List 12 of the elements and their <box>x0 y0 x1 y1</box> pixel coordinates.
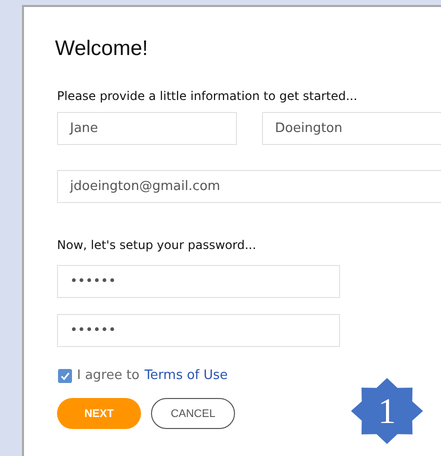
agree-label: I agree to <box>77 368 140 383</box>
first-name-field[interactable]: Jane <box>57 112 237 145</box>
last-name-field[interactable]: Doeington <box>262 112 441 145</box>
cancel-button[interactable]: CANCEL <box>151 398 235 429</box>
password-field[interactable]: •••••• <box>57 265 340 298</box>
agree-checkbox[interactable] <box>58 368 72 382</box>
email-field[interactable]: jdoeington@gmail.com <box>57 170 441 203</box>
terms-link[interactable]: Terms of Use <box>144 368 228 383</box>
welcome-title: Welcome! <box>55 37 149 61</box>
info-prompt: Please provide a little information to get started... <box>57 89 358 103</box>
password-prompt: Now, let's setup your password... <box>57 238 258 252</box>
password-field[interactable]: •••••• <box>57 314 340 347</box>
